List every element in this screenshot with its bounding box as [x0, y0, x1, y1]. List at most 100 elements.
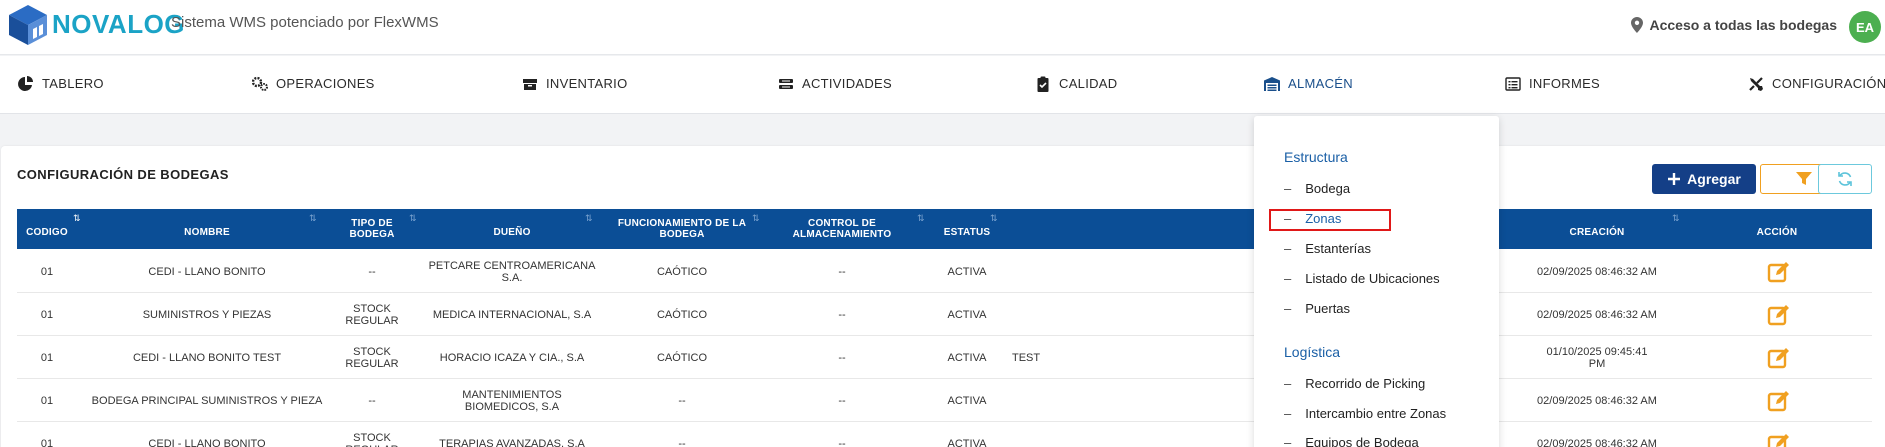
th-accion: ACCIÓN [1756, 227, 1798, 238]
nav-operaciones[interactable]: OPERACIONES [252, 76, 375, 92]
cell-extra [1012, 293, 1072, 336]
menu-item-intercambio-zonas[interactable]: – Intercambio entre Zonas [1284, 406, 1446, 422]
table-row: 01 CEDI - LLANO BONITO STOCK REGULAR TER… [17, 422, 1872, 447]
cell-funcionamiento: CAÓTICO [656, 351, 708, 364]
cell-codigo: 01 [40, 351, 54, 364]
cell-tipo: STOCK REGULAR [345, 345, 399, 370]
edit-icon[interactable] [1767, 346, 1791, 370]
cell-control: -- [838, 394, 846, 407]
cell-codigo: 01 [40, 265, 54, 278]
brand-name[interactable]: NOVALOG [52, 8, 185, 40]
cell-dueno: MEDICA INTERNACIONAL, S.A [432, 308, 592, 321]
plus-icon [1668, 173, 1681, 185]
cell-dueno: TERAPIAS AVANZADAS, S.A [439, 437, 585, 447]
nav-label: OPERACIONES [276, 76, 375, 91]
th-estatus[interactable]: ESTATUS [927, 227, 1007, 238]
warehouse-access[interactable]: Acceso a todas las bodegas [1631, 16, 1837, 34]
cell-extra [1012, 379, 1072, 422]
cell-creacion: 02/09/2025 08:46:32 AM [1537, 308, 1657, 321]
th-tipo[interactable]: TIPO DE BODEGA [337, 218, 407, 240]
cell-codigo: 01 [40, 437, 54, 447]
nav-label: ACTIVIDADES [802, 76, 892, 91]
cell-extra: TEST [1012, 351, 1041, 364]
sort-icon[interactable]: ⇅ [309, 213, 317, 224]
filter-icon [1796, 172, 1812, 185]
nav-configuracion[interactable]: CONFIGURACIÓN [1748, 76, 1885, 92]
table-row: 01 BODEGA PRINCIPAL SUMINISTROS Y PIEZA … [17, 379, 1872, 422]
sort-icon[interactable]: ⇅ [585, 213, 593, 224]
nav-label: CALIDAD [1059, 76, 1118, 91]
sort-icon[interactable]: ⇅ [752, 213, 760, 224]
cell-control: -- [838, 265, 846, 278]
cell-nombre: CEDI - LLANO BONITO TEST [132, 351, 282, 364]
cell-nombre: SUMINISTROS Y PIEZAS [142, 308, 272, 321]
cell-nombre: BODEGA PRINCIPAL SUMINISTROS Y PIEZA [91, 394, 323, 407]
cell-codigo: 01 [40, 394, 54, 407]
nav-tablero[interactable]: TABLERO [18, 76, 104, 92]
nav-informes[interactable]: INFORMES [1505, 76, 1600, 92]
report-icon [1505, 77, 1521, 91]
edit-icon[interactable] [1767, 389, 1791, 413]
th-control[interactable]: CONTROL DE ALMACENAMIENTO [777, 218, 907, 240]
cell-funcionamiento: CAÓTICO [656, 265, 708, 278]
th-funcionamiento[interactable]: FUNCIONAMIENTO DE LA BODEGA [607, 218, 757, 240]
tools-icon [1749, 77, 1763, 91]
sort-icon[interactable]: ⇅ [1672, 213, 1680, 224]
cell-tipo: -- [368, 265, 376, 278]
th-creacion[interactable]: CREACIÓN [1537, 227, 1657, 238]
dash: – [1284, 301, 1292, 316]
dash: – [1284, 271, 1292, 286]
th-dueno[interactable]: DUEÑO [427, 227, 597, 238]
cell-nombre: CEDI - LLANO BONITO [148, 265, 266, 278]
table-header: CODIGO ⇅ NOMBRE ⇅ TIPO DE BODEGA ⇅ DUEÑO… [17, 209, 1872, 249]
warehouse-icon [1264, 77, 1280, 91]
nav-label: INFORMES [1529, 76, 1601, 91]
table-row: 01 SUMINISTROS Y PIEZAS STOCK REGULAR ME… [17, 293, 1872, 336]
table-row: 01 CEDI - LLANO BONITO TEST STOCK REGULA… [17, 336, 1872, 379]
sort-icon[interactable]: ⇅ [917, 213, 925, 224]
sort-asc-icon[interactable]: ⇅ [73, 213, 81, 224]
avatar[interactable]: EA [1849, 11, 1881, 43]
edit-icon[interactable] [1767, 303, 1791, 327]
sort-icon[interactable]: ⇅ [409, 213, 417, 224]
box-icon [523, 79, 537, 90]
cell-creacion: 01/10/2025 09:45:41 PM [1546, 345, 1648, 370]
clipboard-check-icon [1037, 76, 1049, 92]
menu-item-puertas[interactable]: – Puertas [1284, 301, 1350, 317]
page-title: CONFIGURACIÓN DE BODEGAS [17, 167, 229, 182]
table-row: 01 CEDI - LLANO BONITO -- PETCARE CENTRO… [17, 250, 1872, 293]
nav-calidad[interactable]: CALIDAD [1035, 76, 1117, 92]
access-label: Acceso a todas las bodegas [1649, 17, 1837, 33]
cell-tipo: STOCK REGULAR [345, 431, 398, 447]
th-codigo[interactable]: CODIGO [17, 227, 77, 238]
th-nombre[interactable]: NOMBRE [87, 227, 327, 238]
nav-inventario[interactable]: INVENTARIO [522, 76, 628, 92]
cell-control: -- [838, 308, 846, 321]
refresh-button[interactable] [1818, 164, 1872, 194]
menu-item-equipos-bodega[interactable]: – Equipos de Bodega [1284, 435, 1419, 447]
main-nav: TABLERO OPERACIONES INVENTARIO ACTIVIDAD… [0, 56, 1885, 114]
dash: – [1284, 376, 1292, 391]
dash: – [1284, 241, 1292, 256]
edit-icon[interactable] [1767, 260, 1791, 284]
nav-label: TABLERO [42, 76, 104, 91]
tagline: Sistema WMS potenciado por FlexWMS [171, 14, 439, 31]
menu-item-recorrido-picking[interactable]: – Recorrido de Picking [1284, 376, 1425, 392]
menu-item-estanterias[interactable]: – Estanterías [1284, 241, 1371, 257]
nav-almacen[interactable]: ALMACÉN [1264, 76, 1353, 92]
sort-icon[interactable]: ⇅ [990, 213, 998, 224]
gears-icon [252, 76, 268, 91]
menu-item-bodega[interactable]: – Bodega [1284, 181, 1350, 197]
cell-funcionamiento: CAÓTICO [656, 308, 708, 321]
edit-icon[interactable] [1767, 432, 1791, 447]
cell-tipo: STOCK REGULAR [345, 302, 399, 327]
cell-estatus: ACTIVA [947, 351, 987, 364]
add-button[interactable]: Agregar [1652, 164, 1756, 194]
cell-dueno: HORACIO ICAZA Y CIA., S.A [439, 351, 585, 364]
novalog-logo-icon[interactable] [6, 3, 50, 47]
cell-nombre: CEDI - LLANO BONITO [148, 437, 266, 447]
menu-item-listado-ubicaciones[interactable]: – Listado de Ubicaciones [1284, 271, 1440, 287]
nav-actividades[interactable]: ACTIVIDADES [778, 76, 892, 92]
cell-codigo: 01 [40, 308, 54, 321]
cell-estatus: ACTIVA [947, 265, 987, 278]
